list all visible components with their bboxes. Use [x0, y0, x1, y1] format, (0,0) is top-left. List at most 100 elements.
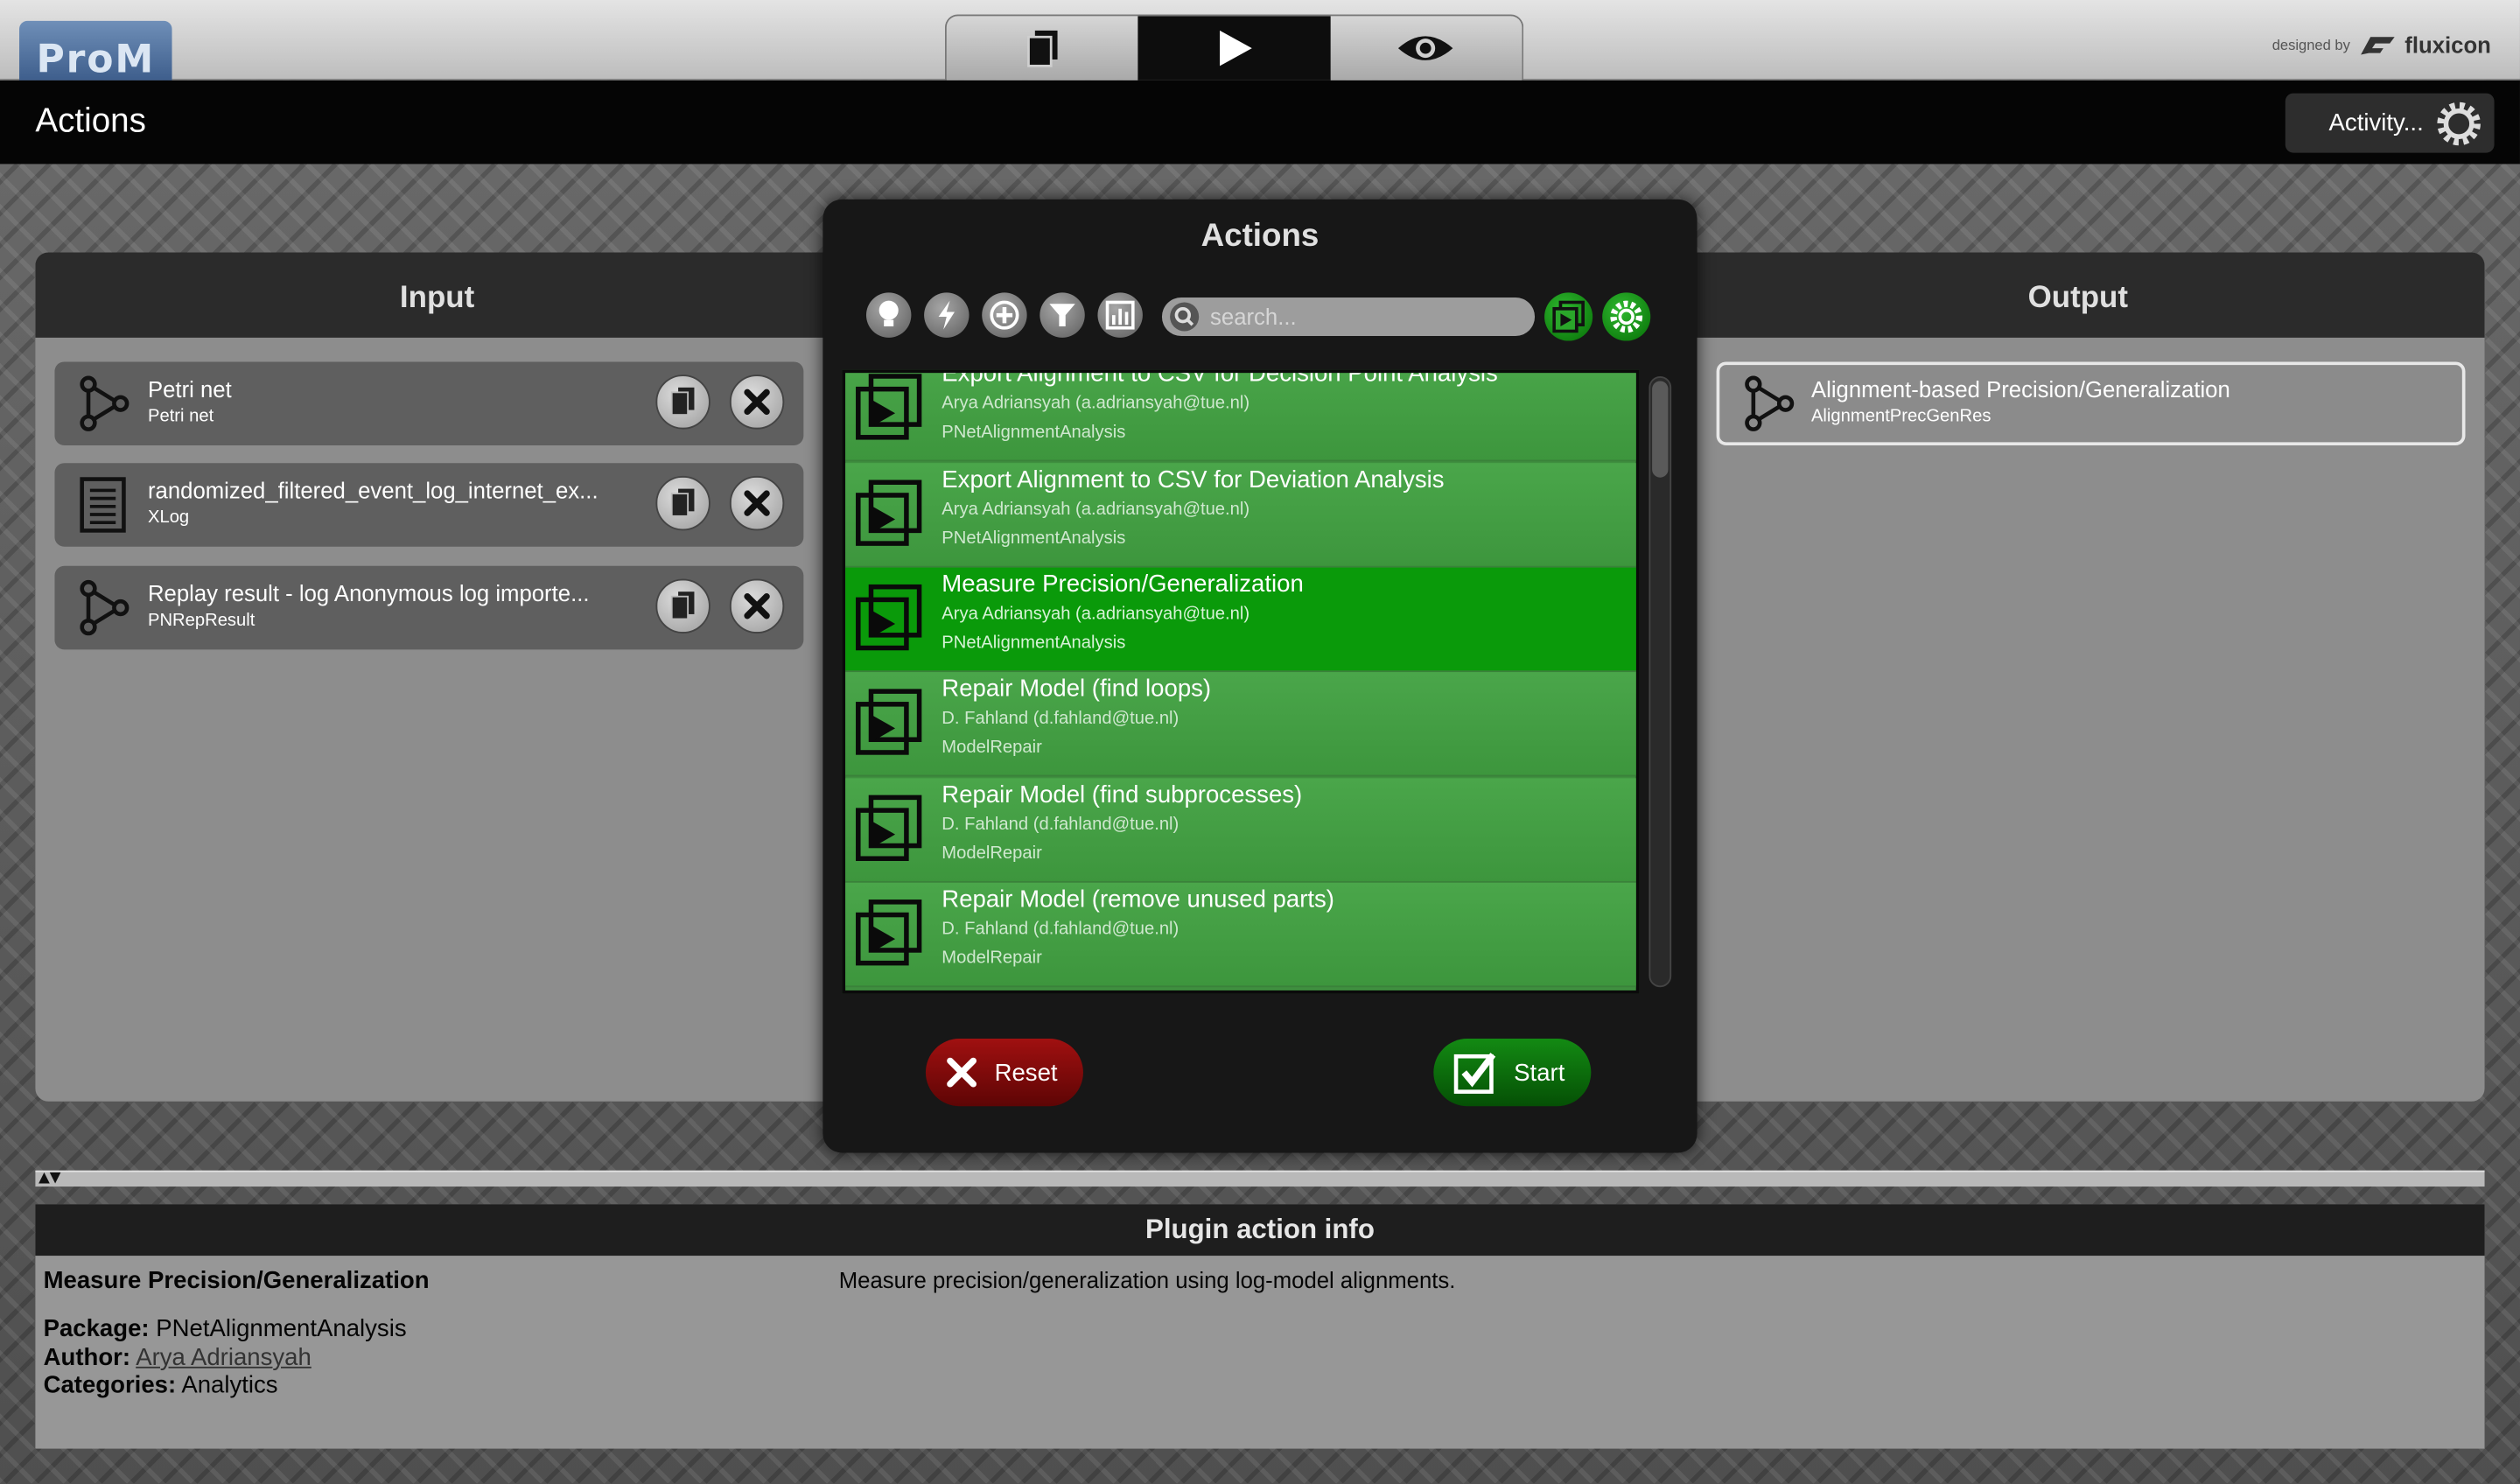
copy-icon: [670, 592, 695, 620]
input-item-name: Petri net: [147, 375, 232, 402]
copy-button[interactable]: [655, 475, 710, 531]
filter-icon: [1049, 304, 1075, 327]
reset-button[interactable]: Reset: [925, 1039, 1083, 1107]
input-item-type: XLog: [147, 508, 190, 528]
tab-workspace[interactable]: [946, 16, 1138, 80]
fluxicon-brand: fluxicon: [2404, 32, 2491, 59]
start-label: Start: [1514, 1058, 1565, 1087]
action-author: Arya Adriansyah (a.adriansyah@tue.nl): [942, 604, 1250, 624]
actions-view-button[interactable]: [1544, 292, 1593, 341]
close-icon: [744, 593, 770, 620]
action-icon: [856, 374, 922, 440]
plugin-info-heading: Plugin action info: [35, 1204, 2485, 1256]
remove-button[interactable]: [729, 578, 785, 634]
settings-view-button[interactable]: [1602, 292, 1651, 341]
author-link[interactable]: Arya Adriansyah: [136, 1344, 312, 1371]
designed-by-text: designed by: [2272, 37, 2350, 53]
action-name: Repair Model (remove unused parts): [942, 886, 1334, 914]
lightbulb-icon: [878, 300, 899, 327]
action-icon: [856, 900, 922, 966]
scrollbar-thumb[interactable]: [1652, 381, 1669, 478]
plus-circle-icon: [990, 300, 1019, 330]
fluxicon-logo-icon: [2361, 37, 2396, 55]
search-box[interactable]: [1161, 297, 1536, 337]
prom-logo[interactable]: ProM: [19, 20, 172, 80]
workspace-icon: [1026, 30, 1057, 67]
action-icon: [856, 794, 922, 861]
author-label: Author:: [43, 1344, 131, 1372]
action-package: ModelRepair: [942, 738, 1042, 758]
activity-button[interactable]: Activity...: [2285, 93, 2495, 153]
output-panel: Output Alignment-based Precision/General…: [1671, 252, 2485, 1102]
filter-analytics-button[interactable]: [1097, 292, 1143, 338]
output-heading: Output: [1671, 252, 2485, 338]
input-heading: Input: [35, 252, 839, 338]
action-list[interactable]: Export Alignment to CSV for Decision Poi…: [842, 369, 1640, 994]
dialog-title: Actions: [1200, 218, 1320, 255]
list-item-selected[interactable]: Measure Precision/Generalization Arya Ad…: [845, 567, 1636, 673]
list-item[interactable]: Export Alignment to CSV for Deviation An…: [845, 463, 1636, 568]
output-item-type: AlignmentPrecGenRes: [1810, 406, 1992, 426]
list-item[interactable]: Repair Model (find subprocesses) D. Fahl…: [845, 778, 1636, 883]
gear-icon: [2437, 101, 2481, 145]
action-icon: [1552, 300, 1585, 333]
checkbox-icon: [1453, 1053, 1496, 1094]
action-list-scrollbar[interactable]: [1648, 375, 1672, 988]
action-name: Repair Model (find loops): [942, 675, 1212, 703]
panel-splitter[interactable]: ▲▼: [35, 1170, 2485, 1187]
list-item[interactable]: Repair Model (remove unused parts) D. Fa…: [845, 882, 1636, 988]
remove-button[interactable]: [729, 475, 785, 531]
activity-label: Activity...: [2328, 108, 2424, 137]
copy-button[interactable]: [655, 578, 710, 634]
input-item[interactable]: randomized_filtered_event_log_internet_e…: [54, 463, 804, 547]
input-item[interactable]: Replay result - log Anonymous log import…: [54, 565, 804, 650]
play-icon: [1220, 30, 1252, 66]
action-author: D. Fahland (d.fahland@tue.nl): [942, 815, 1180, 835]
action-name: Export Alignment to CSV for Decision Poi…: [942, 369, 1498, 388]
action-name: Export Alignment to CSV for Deviation An…: [942, 466, 1445, 494]
action-package: PNetAlignmentAnalysis: [942, 633, 1126, 654]
actions-dialog: Actions Export Alignment: [822, 199, 1698, 1153]
filter-create-button[interactable]: [982, 292, 1027, 338]
title-bar: Actions Activity...: [0, 80, 2520, 164]
gear-icon: [1610, 300, 1643, 333]
action-package: ModelRepair: [942, 948, 1042, 969]
output-item-name: Alignment-based Precision/Generalization: [1810, 375, 2230, 402]
mode-tabs: [944, 14, 1524, 80]
tab-actions[interactable]: [1138, 16, 1331, 80]
action-package: PNetAlignmentAnalysis: [942, 528, 1126, 549]
input-item-type: PNRepResult: [147, 611, 256, 631]
search-icon: [1170, 302, 1200, 332]
input-item[interactable]: Petri net Petri net: [54, 361, 804, 445]
filter-filter-button[interactable]: [1040, 292, 1085, 338]
input-item-name: randomized_filtered_event_log_internet_e…: [147, 477, 598, 504]
chart-icon: [1105, 300, 1135, 330]
splitter-arrows-icon[interactable]: ▲▼: [38, 1171, 60, 1186]
petri-net-icon: [80, 375, 130, 431]
filter-suggested-button[interactable]: [865, 292, 912, 338]
input-panel: Input Petri net Petri net randomized_fil…: [35, 252, 839, 1102]
remove-button[interactable]: [729, 374, 785, 430]
categories-label: Categories:: [43, 1371, 177, 1399]
page-title: Actions: [35, 102, 146, 140]
filter-quick-button[interactable]: [924, 292, 970, 338]
close-icon: [744, 490, 770, 516]
action-icon: [856, 480, 922, 546]
close-icon: [744, 388, 770, 416]
action-name: Repair Model (find subprocesses): [942, 781, 1303, 809]
action-author: Arya Adriansyah (a.adriansyah@tue.nl): [942, 394, 1250, 414]
tab-view[interactable]: [1330, 16, 1522, 80]
input-item-name: Replay result - log Anonymous log import…: [147, 580, 590, 606]
plugin-description: Measure precision/generalization using l…: [838, 1266, 1456, 1293]
search-input[interactable]: [1210, 304, 1516, 330]
lightning-icon: [938, 300, 955, 330]
list-item[interactable]: Export Alignment to CSV for Decision Poi…: [845, 369, 1636, 462]
prom-window: ProM designed by fluxicon Actions Activi…: [0, 0, 2520, 1484]
action-icon: [856, 689, 922, 755]
plugin-name: Measure Precision/Generalization: [43, 1266, 430, 1295]
start-button[interactable]: Start: [1433, 1039, 1592, 1107]
output-item[interactable]: Alignment-based Precision/Generalization…: [1716, 361, 2466, 445]
copy-button[interactable]: [655, 374, 710, 430]
list-item[interactable]: Repair Model (find loops) D. Fahland (d.…: [845, 672, 1636, 777]
eye-icon: [1398, 36, 1453, 60]
